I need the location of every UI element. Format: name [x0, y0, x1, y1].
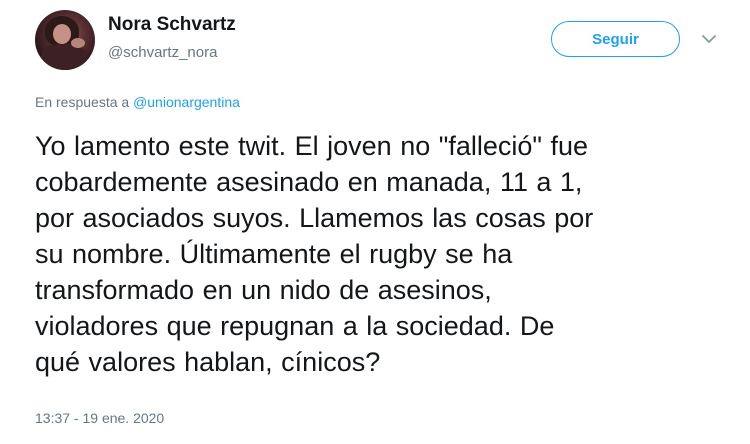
follow-button-label: Seguir	[592, 30, 639, 48]
tweet-timestamp[interactable]: 13:37 - 19 ene. 2020	[35, 410, 164, 426]
follow-button[interactable]: Seguir	[551, 21, 680, 57]
tweet-text-line: Yo lamento este twit. El joven no "falle…	[35, 131, 588, 161]
reply-context-prefix: En respuesta a	[35, 94, 134, 110]
tweet-card: Nora Schvartz @schvartz_nora Seguir En r…	[0, 0, 750, 444]
avatar-body	[41, 44, 87, 70]
tweet-text-line: su nombre. Últimamente el rugby se ha	[35, 239, 513, 269]
reply-context: En respuesta a @unionargentina	[35, 94, 240, 110]
avatar-face	[53, 24, 71, 44]
author-handle[interactable]: @schvartz_nora	[108, 44, 217, 61]
avatar-hand	[71, 38, 85, 48]
reply-mention-link[interactable]: @unionargentina	[133, 94, 240, 110]
chevron-down-icon	[702, 34, 716, 43]
more-options-button[interactable]	[700, 30, 718, 48]
avatar[interactable]	[35, 10, 95, 70]
tweet-text-line: violadores que repugnan a la sociedad. D…	[35, 311, 555, 341]
tweet-text-line: transformado en un nido de asesinos,	[35, 275, 492, 305]
tweet-text-line: cobardemente asesinado en manada, 11 a 1…	[35, 167, 583, 197]
tweet-text: Yo lamento este twit. El joven no "falle…	[35, 128, 725, 380]
tweet-text-line: qué valores hablan, cínicos?	[35, 347, 381, 377]
tweet-text-line: por asociados suyos. Llamemos las cosas …	[35, 203, 594, 233]
author-name[interactable]: Nora Schvartz	[108, 14, 236, 36]
